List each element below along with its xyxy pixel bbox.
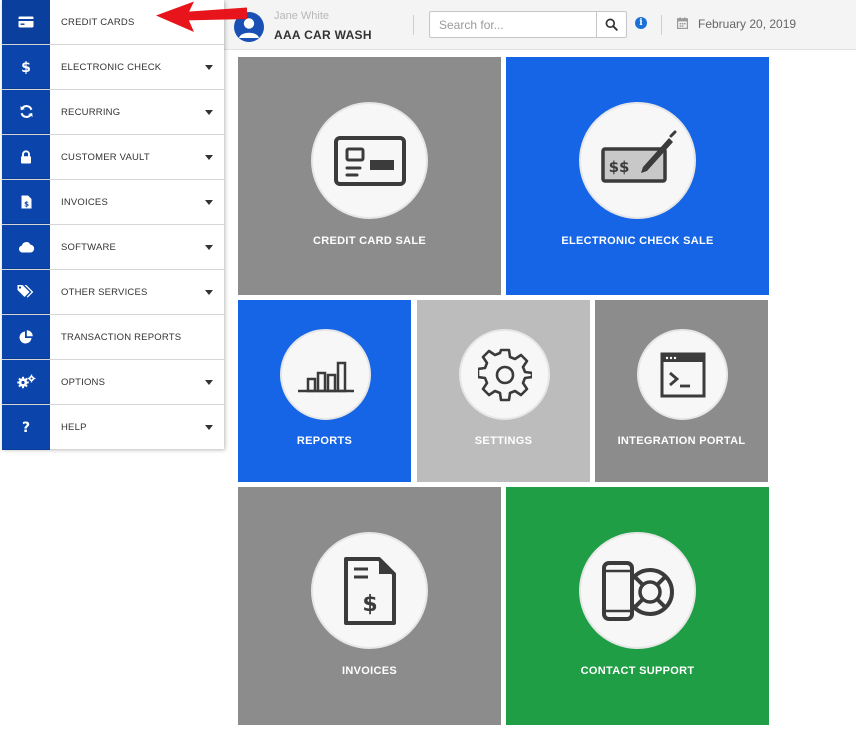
sidebar-item-label: OPTIONS xyxy=(61,376,106,388)
header-divider xyxy=(661,15,662,35)
credit-card-icon xyxy=(18,16,34,27)
search-icon xyxy=(605,18,618,31)
terminal-window-icon xyxy=(660,352,705,397)
tile-label: INVOICES xyxy=(342,665,397,677)
sidebar-item-invoices[interactable]: $ INVOICES xyxy=(2,180,224,225)
chevron-down-icon[interactable] xyxy=(194,270,224,314)
tile-reports[interactable]: REPORTS xyxy=(238,300,411,482)
lock-icon xyxy=(21,149,31,163)
gear-icon xyxy=(477,348,532,401)
tile-invoices[interactable]: $ INVOICES xyxy=(238,487,501,725)
bar-chart-icon xyxy=(297,361,354,392)
sidebar-item-label: HELP xyxy=(61,422,87,433)
tile-label: CREDIT CARD SALE xyxy=(313,235,426,247)
tile-credit-card-sale[interactable]: CREDIT CARD SALE xyxy=(238,57,501,295)
tags-icon xyxy=(17,285,34,298)
sidebar-item-options[interactable]: OPTIONS xyxy=(2,360,224,405)
pie-chart-icon xyxy=(19,329,33,343)
svg-text:$$: $$ xyxy=(608,158,629,176)
company-name: AAA CAR WASH xyxy=(274,28,372,42)
top-header: Jane White AAA CAR WASH i Februa xyxy=(224,0,856,50)
sidebar-item-electronic-check[interactable]: $ ELECTRONIC CHECK xyxy=(2,45,224,90)
header-divider xyxy=(413,15,414,35)
chevron-down-icon[interactable] xyxy=(194,45,224,89)
svg-text:$: $ xyxy=(362,592,377,617)
tile-label: INTEGRATION PORTAL xyxy=(617,435,746,447)
sidebar-item-customer-vault[interactable]: CUSTOMER VAULT xyxy=(2,135,224,180)
question-icon: ? xyxy=(22,420,30,435)
chevron-down-icon[interactable] xyxy=(194,360,224,404)
sidebar-item-label: SOFTWARE xyxy=(61,241,117,253)
sidebar-menu: CREDIT CARDS $ ELECTRONIC CHECK RECURRIN… xyxy=(2,0,224,450)
tile-electronic-check-sale[interactable]: $$ ELECTRONIC CHECK SALE xyxy=(506,57,769,295)
sidebar-item-transaction-reports[interactable]: TRANSACTION REPORTS xyxy=(2,315,224,360)
search-box xyxy=(429,11,627,38)
sidebar-item-label: TRANSACTION REPORTS xyxy=(61,331,182,343)
chevron-down-icon[interactable] xyxy=(194,135,224,179)
tile-label: CONTACT SUPPORT xyxy=(580,665,695,677)
cloud-icon xyxy=(18,241,34,252)
calendar-icon xyxy=(677,17,688,29)
chevron-down-icon[interactable] xyxy=(194,225,224,269)
sidebar-item-recurring[interactable]: RECURRING xyxy=(2,90,224,135)
search-input[interactable] xyxy=(430,12,596,37)
tile-contact-support[interactable]: CONTACT SUPPORT xyxy=(506,487,769,725)
sidebar-item-label: INVOICES xyxy=(61,196,108,208)
annotation-arrow-icon xyxy=(156,1,247,32)
sidebar-item-label: RECURRING xyxy=(61,106,121,118)
tile-label: SETTINGS xyxy=(474,435,533,447)
dashboard-page: Jane White AAA CAR WASH i Februa xyxy=(0,0,856,738)
svg-text:$: $ xyxy=(24,200,29,208)
invoice-file-icon: $ xyxy=(21,195,31,208)
credit-card-icon xyxy=(333,135,406,186)
tile-label: REPORTS xyxy=(296,435,353,447)
current-date: February 20, 2019 xyxy=(698,17,797,31)
chevron-down-icon[interactable] xyxy=(194,180,224,224)
sidebar-item-software[interactable]: SOFTWARE xyxy=(2,225,224,270)
dollar-icon: $ xyxy=(21,60,31,75)
info-icon[interactable]: i xyxy=(635,17,647,29)
sidebar-item-label: CUSTOMER VAULT xyxy=(61,151,150,163)
phone-lifebuoy-icon xyxy=(601,560,674,621)
refresh-icon xyxy=(19,105,33,118)
tile-label: ELECTRONIC CHECK SALE xyxy=(561,235,714,247)
svg-text:$: $ xyxy=(21,60,31,75)
chevron-down-icon[interactable] xyxy=(194,405,224,450)
sidebar-item-help[interactable]: ? HELP xyxy=(2,405,224,450)
invoice-dollar-icon: $ xyxy=(343,556,396,625)
user-name: Jane White xyxy=(274,10,330,22)
tile-settings[interactable]: SETTINGS xyxy=(417,300,590,482)
svg-text:?: ? xyxy=(22,420,30,435)
search-button[interactable] xyxy=(596,12,626,37)
check-pen-icon: $$ xyxy=(600,130,676,183)
sidebar-item-label: OTHER SERVICES xyxy=(61,286,148,298)
chevron-down-icon[interactable] xyxy=(194,90,224,134)
gears-icon xyxy=(16,374,35,389)
tile-integration-portal[interactable]: INTEGRATION PORTAL xyxy=(595,300,768,482)
sidebar-item-other-services[interactable]: OTHER SERVICES xyxy=(2,270,224,315)
sidebar-item-label: ELECTRONIC CHECK xyxy=(61,61,162,73)
